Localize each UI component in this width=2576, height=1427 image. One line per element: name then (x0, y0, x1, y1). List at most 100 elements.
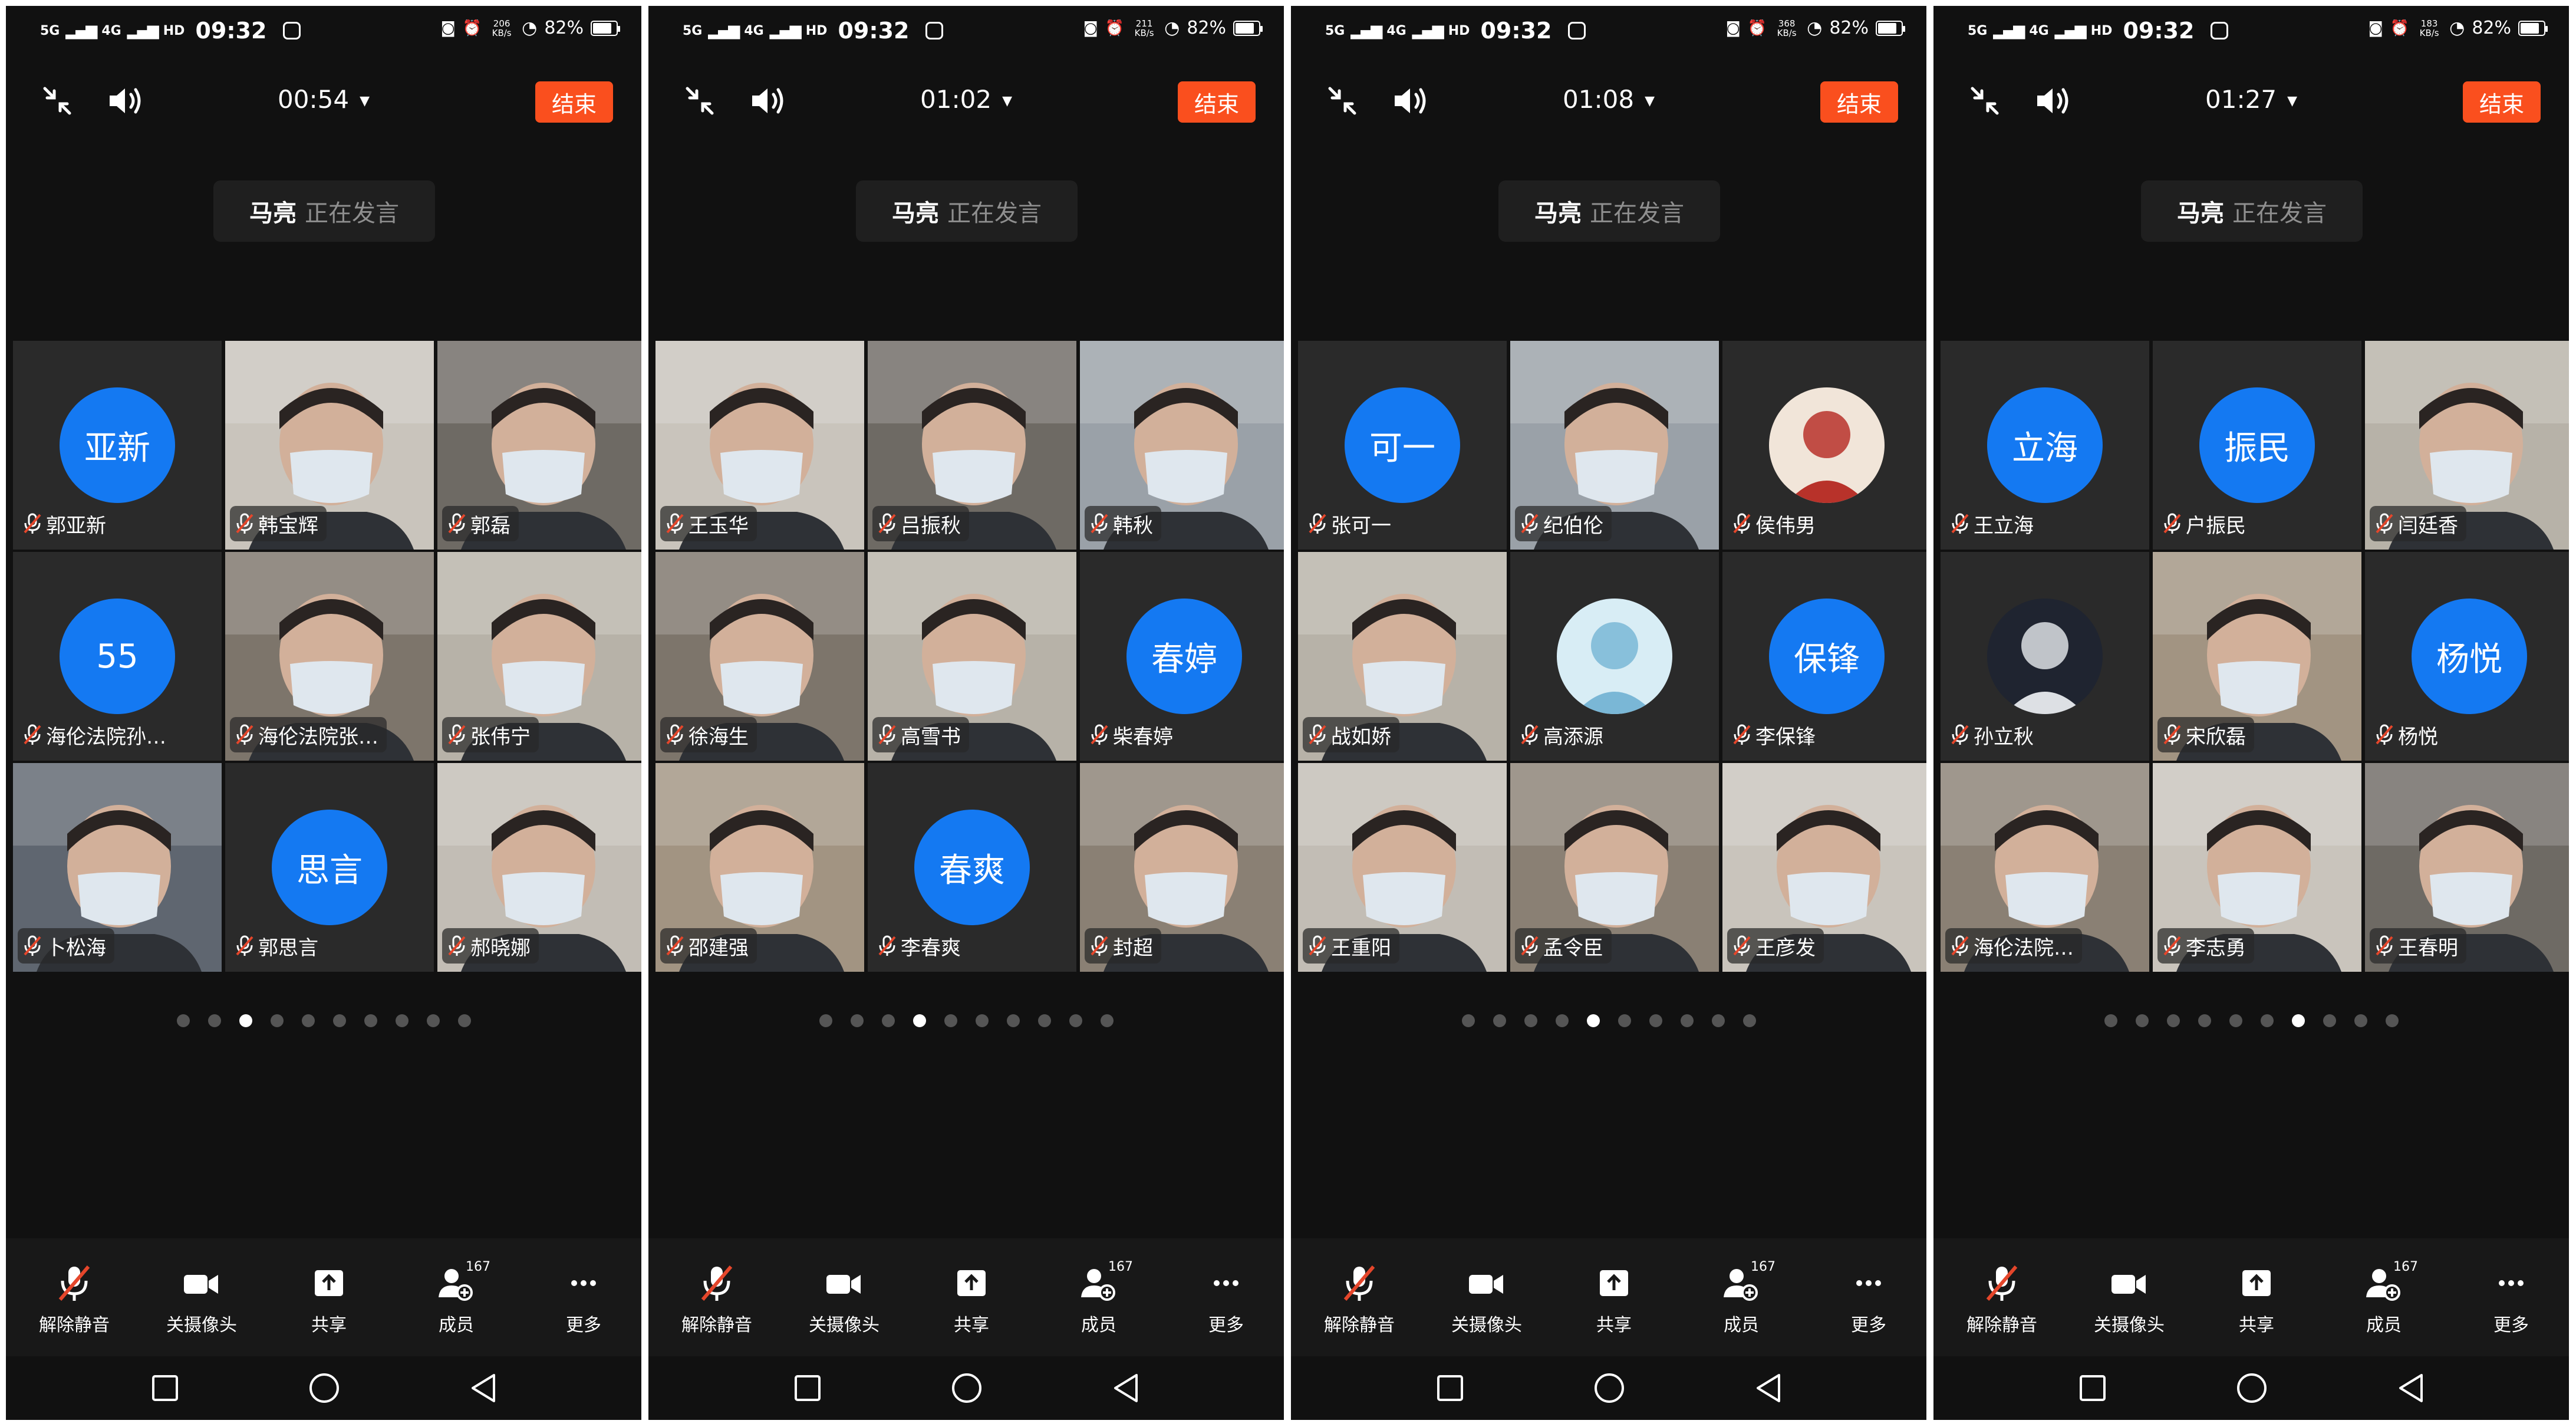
page-dot[interactable] (1069, 1014, 1082, 1027)
participant-tile[interactable]: 春婷 柴春婷 (1080, 552, 1284, 761)
participant-tile[interactable]: 卜松海 (13, 763, 222, 972)
participant-tile[interactable]: 思言 郭思言 (225, 763, 434, 972)
recents-icon[interactable] (147, 1370, 183, 1406)
page-dot[interactable] (944, 1014, 957, 1027)
recents-icon[interactable] (1432, 1370, 1468, 1406)
page-dot[interactable] (1100, 1014, 1114, 1027)
page-dot[interactable] (1006, 1014, 1020, 1027)
end-meeting-button[interactable]: 结束 (1820, 81, 1898, 123)
share-button[interactable]: 共享 (1561, 1263, 1667, 1336)
page-dot[interactable] (364, 1014, 377, 1027)
page-dot[interactable] (426, 1014, 440, 1027)
home-icon[interactable] (2234, 1370, 2269, 1406)
more-button[interactable]: 更多 (2458, 1263, 2564, 1336)
participant-tile[interactable]: 纪伯伦 (1510, 341, 1719, 550)
unmute-button[interactable]: 解除静音 (21, 1263, 127, 1336)
page-dot[interactable] (2260, 1014, 2274, 1027)
participant-tile[interactable]: 海伦法院张… (225, 552, 434, 761)
page-dot[interactable] (1711, 1014, 1725, 1027)
unmute-button[interactable]: 解除静音 (1949, 1263, 2055, 1336)
page-dot[interactable] (2198, 1014, 2211, 1027)
home-icon[interactable] (1592, 1370, 1627, 1406)
page-dot[interactable] (913, 1014, 926, 1027)
participant-tile[interactable]: 郭磊 (437, 341, 641, 550)
participant-tile[interactable]: 韩秋 (1080, 341, 1284, 550)
page-dot[interactable] (239, 1014, 252, 1027)
members-button[interactable]: 167 成员 (1688, 1260, 1794, 1336)
page-dot[interactable] (395, 1014, 409, 1027)
members-button[interactable]: 167 成员 (2331, 1260, 2437, 1336)
participant-tile[interactable]: 徐海生 (655, 552, 864, 761)
participant-tile[interactable]: 立海 王立海 (1941, 341, 2149, 550)
participant-tile[interactable]: 春爽 李春爽 (868, 763, 1076, 972)
page-dot[interactable] (1037, 1014, 1051, 1027)
back-icon[interactable] (2393, 1370, 2429, 1406)
more-button[interactable]: 更多 (1816, 1263, 1922, 1336)
end-meeting-button[interactable]: 结束 (1178, 81, 1256, 123)
participant-tile[interactable]: 杨悦 杨悦 (2365, 552, 2569, 761)
participant-tile[interactable]: 王玉华 (655, 341, 864, 550)
page-dot[interactable] (176, 1014, 190, 1027)
page-dot[interactable] (207, 1014, 221, 1027)
page-dot[interactable] (1555, 1014, 1569, 1027)
end-meeting-button[interactable]: 结束 (535, 81, 613, 123)
page-dot[interactable] (301, 1014, 315, 1027)
page-dot[interactable] (2291, 1014, 2305, 1027)
page-dot[interactable] (2354, 1014, 2367, 1027)
recents-icon[interactable] (790, 1370, 825, 1406)
page-dot[interactable] (1680, 1014, 1694, 1027)
camera-off-button[interactable]: 关摄像头 (149, 1263, 255, 1336)
page-dot[interactable] (850, 1014, 864, 1027)
back-icon[interactable] (1108, 1370, 1144, 1406)
camera-off-button[interactable]: 关摄像头 (791, 1263, 897, 1336)
participant-tile[interactable]: 郝晓娜 (437, 763, 641, 972)
participant-tile[interactable]: 55 海伦法院孙… (13, 552, 222, 761)
home-icon[interactable] (949, 1370, 984, 1406)
share-button[interactable]: 共享 (276, 1263, 382, 1336)
participant-tile[interactable]: 闫廷香 (2365, 341, 2569, 550)
camera-off-button[interactable]: 关摄像头 (2076, 1263, 2182, 1336)
recents-icon[interactable] (2075, 1370, 2110, 1406)
page-dot[interactable] (1649, 1014, 1662, 1027)
page-dot[interactable] (2323, 1014, 2336, 1027)
home-icon[interactable] (307, 1370, 342, 1406)
back-icon[interactable] (1751, 1370, 1786, 1406)
page-dot[interactable] (2385, 1014, 2399, 1027)
page-dot[interactable] (1618, 1014, 1631, 1027)
participant-tile[interactable]: 孙立秋 (1941, 552, 2149, 761)
participant-tile[interactable]: 李志勇 (2153, 763, 2361, 972)
page-dot[interactable] (457, 1014, 471, 1027)
page-dot[interactable] (819, 1014, 832, 1027)
back-icon[interactable] (466, 1370, 501, 1406)
page-dot[interactable] (1461, 1014, 1475, 1027)
participant-tile[interactable]: 张伟宁 (437, 552, 641, 761)
page-dot[interactable] (2104, 1014, 2117, 1027)
participant-tile[interactable]: 侯伟男 (1722, 341, 1926, 550)
page-dot[interactable] (2135, 1014, 2149, 1027)
participant-tile[interactable]: 王重阳 (1298, 763, 1507, 972)
more-button[interactable]: 更多 (531, 1263, 637, 1336)
members-button[interactable]: 167 成员 (1046, 1260, 1152, 1336)
participant-tile[interactable]: 高雪书 (868, 552, 1076, 761)
share-button[interactable]: 共享 (918, 1263, 1025, 1336)
members-button[interactable]: 167 成员 (403, 1260, 509, 1336)
participant-tile[interactable]: 王春明 (2365, 763, 2569, 972)
participant-tile[interactable]: 宋欣磊 (2153, 552, 2361, 761)
camera-off-button[interactable]: 关摄像头 (1434, 1263, 1540, 1336)
participant-tile[interactable]: 邵建强 (655, 763, 864, 972)
page-dot[interactable] (2229, 1014, 2242, 1027)
participant-tile[interactable]: 韩宝辉 (225, 341, 434, 550)
participant-tile[interactable]: 封超 (1080, 763, 1284, 972)
participant-tile[interactable]: 王彦发 (1722, 763, 1926, 972)
participant-tile[interactable]: 高添源 (1510, 552, 1719, 761)
participant-tile[interactable]: 振民 户振民 (2153, 341, 2361, 550)
page-dot[interactable] (270, 1014, 284, 1027)
participant-tile[interactable]: 亚新 郭亚新 (13, 341, 222, 550)
page-dot[interactable] (1586, 1014, 1600, 1027)
end-meeting-button[interactable]: 结束 (2463, 81, 2541, 123)
page-dot[interactable] (1524, 1014, 1537, 1027)
share-button[interactable]: 共享 (2203, 1263, 2310, 1336)
page-dot[interactable] (1493, 1014, 1506, 1027)
page-dot[interactable] (881, 1014, 895, 1027)
page-dot[interactable] (1742, 1014, 1756, 1027)
